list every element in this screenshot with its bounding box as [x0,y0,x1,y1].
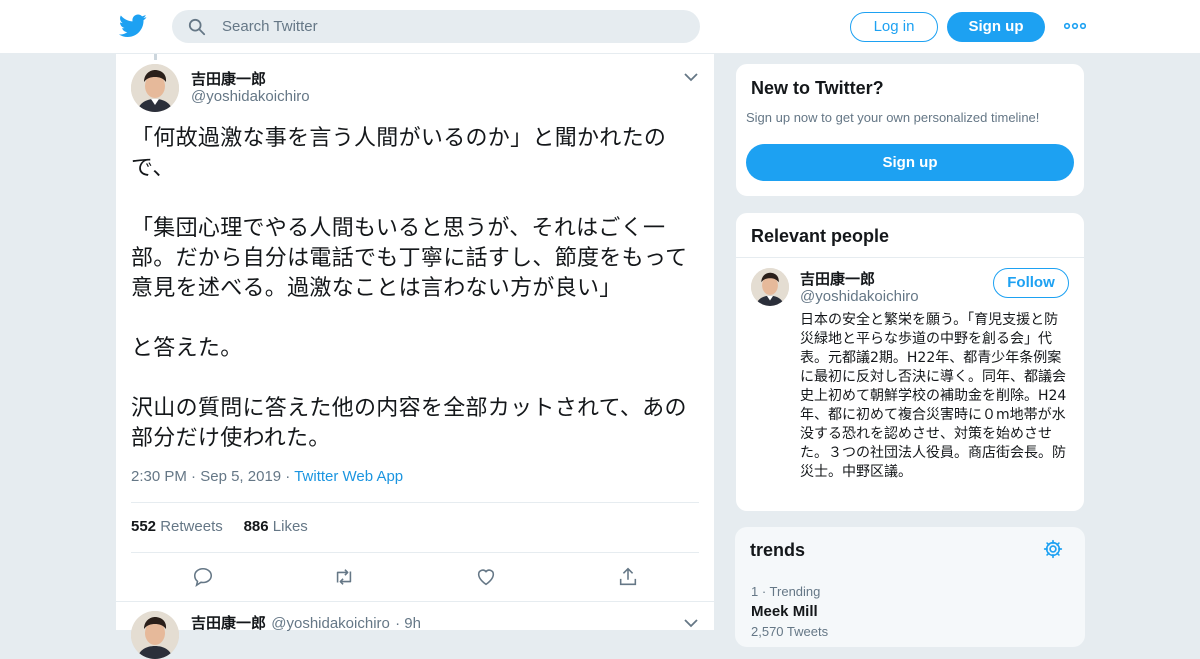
tweet-author-handle[interactable]: @yoshidakoichiro [191,88,310,105]
likes-count: 886 [243,518,269,535]
search-bar[interactable]: Search Twitter [172,10,700,43]
relevant-people-card: Relevant people 吉田康一郎 @yoshidakoichiro F… [735,212,1085,512]
person-name[interactable]: 吉田康一郎 [800,268,875,289]
next-tweet-author-name: 吉田康一郎 [191,614,267,632]
tweet-meta: 2:30 PM · Sep 5, 2019 · Twitter Web App [131,468,403,485]
person-bio: 日本の安全と繁栄を願う。「育児支援と防災緑地と平らな歩道の中野を創る会」代表。元… [800,312,1067,480]
likes-stat[interactable]: 886 Likes [244,518,308,535]
retweets-count: 552 [131,518,157,535]
avatar-portrait [751,268,789,306]
search-icon [188,18,206,36]
person-handle[interactable]: @yoshidakoichiro [800,288,919,305]
search-input[interactable]: Search Twitter [222,18,318,35]
tweet-stats: 552 Retweets 886 Likes [131,518,308,535]
retweet-icon[interactable] [333,566,355,588]
avatar-portrait [131,611,179,659]
retweets-stat[interactable]: 552 Retweets [131,518,223,535]
more-dots-icon[interactable] [1064,18,1086,34]
card-title: Relevant people [751,226,890,246]
divider [131,502,699,503]
tweet-date[interactable]: Sep 5, 2019 [200,468,281,485]
tweet-time[interactable]: 2:30 PM [131,468,187,485]
login-button[interactable]: Log in [850,12,938,42]
chevron-down-icon[interactable] [684,618,698,628]
next-tweet-age: 9h [404,615,421,632]
avatar[interactable] [131,64,179,112]
meta-dot: · [285,468,295,485]
like-icon[interactable] [475,566,497,588]
avatar[interactable] [751,268,789,306]
trend-name[interactable]: Meek Mill [751,603,818,620]
next-tweet-author-handle: @yoshidakoichiro [271,615,390,632]
trend-meta: 1 · Trending [751,584,821,599]
tweet-author-name[interactable]: 吉田康一郎 [191,68,266,89]
twitter-bird-icon[interactable] [119,13,147,39]
signup-button[interactable]: Sign up [746,144,1074,181]
card-subtitle: Sign up now to get your own personalized… [746,110,1040,125]
share-icon[interactable] [617,566,639,588]
meta-dot: · [191,468,201,485]
trends-card: trends 1 · Trending Meek Mill 2,570 Twee… [735,527,1085,647]
chevron-down-icon[interactable] [684,72,698,82]
signup-button[interactable]: Sign up [947,12,1045,42]
new-to-twitter-card: New to Twitter? Sign up now to get your … [735,63,1085,197]
meta-dot: · [395,615,405,632]
retweets-label: Retweets [160,518,223,535]
likes-label: Likes [272,518,308,535]
thread-line [154,54,157,60]
follow-button[interactable]: Follow [993,268,1069,298]
reply-icon[interactable] [192,566,214,588]
tweet-column: 吉田康一郎 @yoshidakoichiro 「何故過激な事を言う人間がいるのか… [115,54,715,659]
divider [116,601,714,602]
card-title: trends [750,540,806,560]
top-bar: Search Twitter Log in Sign up [0,0,1200,54]
trend-count: 2,570 Tweets [751,624,829,639]
gear-icon[interactable] [1043,539,1063,559]
tweet-text: 「何故過激な事を言う人間がいるのか」と聞かれたので、 「集団心理でやる人間もいる… [131,126,688,451]
card-title: New to Twitter? [751,78,884,98]
avatar[interactable] [131,611,179,659]
divider [131,552,699,553]
avatar-portrait [131,64,179,112]
tweet-source[interactable]: Twitter Web App [294,468,403,485]
divider [736,257,1084,258]
